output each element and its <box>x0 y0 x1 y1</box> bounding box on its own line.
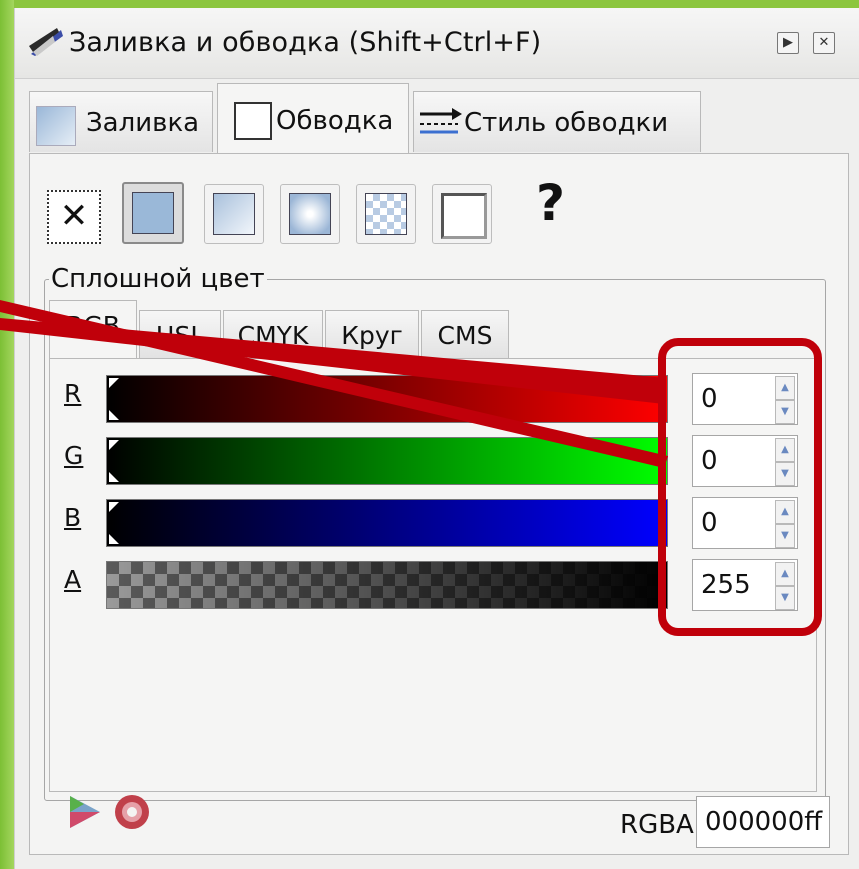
slider-marker <box>109 472 119 482</box>
slider-marker <box>109 440 119 450</box>
tab-stroke[interactable]: Обводка <box>217 83 409 154</box>
pattern-icon <box>365 193 407 235</box>
tab-cmyk[interactable]: CMYK <box>223 310 323 359</box>
slider-g[interactable] <box>106 437 668 485</box>
tab-rgb-label: RGB <box>66 311 120 340</box>
tab-stroke-label: Обводка <box>276 106 394 136</box>
color-wheel-icon[interactable] <box>115 795 149 829</box>
slider-marker <box>109 410 119 420</box>
dialog-title: Заливка и обводка (Shift+Ctrl+F) <box>69 27 542 58</box>
rgba-value: 000000ff <box>705 807 823 837</box>
annotation-highlight-box <box>658 338 822 636</box>
slider-a[interactable] <box>106 561 668 609</box>
tab-stroke-style[interactable]: Стиль обводки <box>413 91 701 152</box>
radial-gradient-button[interactable] <box>280 184 340 244</box>
rgba-input[interactable]: 000000ff <box>696 796 830 848</box>
tab-cms[interactable]: CMS <box>421 310 509 359</box>
section-legend: Сплошной цвет <box>49 264 267 294</box>
tab-hsl[interactable]: HSL <box>139 310 221 359</box>
tab-fill-label: Заливка <box>86 108 200 138</box>
flat-color-icon <box>132 192 174 234</box>
tab-bar: Заливка Обводка Стиль обводки <box>29 83 849 154</box>
swatch-icon <box>441 193 487 239</box>
stroke-tab-icon <box>234 102 272 140</box>
slider-marker <box>109 534 119 544</box>
linear-gradient-icon <box>213 193 255 235</box>
tab-stroke-style-label: Стиль обводки <box>464 108 669 138</box>
stroke-style-icon <box>420 108 462 134</box>
rgba-label: RGBA: <box>620 810 703 840</box>
slider-marker <box>109 378 119 388</box>
tab-cmyk-label: CMYK <box>237 321 309 350</box>
fill-stroke-icon <box>29 28 63 56</box>
channel-label-a: A <box>64 565 82 594</box>
tab-wheel[interactable]: Круг <box>325 310 419 359</box>
tab-wheel-label: Круг <box>341 321 403 350</box>
titlebar: Заливка и обводка (Shift+Ctrl+F) ▶ ✕ <box>15 8 859 79</box>
color-mode-tabs: RGB HSL CMYK Круг CMS <box>49 300 529 359</box>
tab-fill[interactable]: Заливка <box>29 91 213 152</box>
flat-color-button[interactable] <box>122 182 184 244</box>
swatch-button[interactable] <box>432 184 492 244</box>
tab-cms-label: CMS <box>437 321 493 350</box>
bottom-icons <box>70 795 149 829</box>
channel-label-r: R <box>64 379 82 408</box>
play-icon[interactable]: ▶ <box>777 32 799 54</box>
channel-label-b: B <box>64 503 82 532</box>
fill-tab-icon <box>36 106 76 146</box>
close-icon[interactable]: ✕ <box>813 32 835 54</box>
radial-gradient-icon <box>289 193 331 235</box>
slider-marker <box>109 502 119 512</box>
unset-paint-button[interactable]: ? <box>536 174 565 232</box>
pattern-button[interactable] <box>356 184 416 244</box>
slider-b[interactable] <box>106 499 668 547</box>
linear-gradient-button[interactable] <box>204 184 264 244</box>
color-picker-icon[interactable] <box>70 796 100 828</box>
channel-label-g: G <box>64 441 84 470</box>
background-accent <box>0 0 14 869</box>
slider-r[interactable] <box>106 375 668 423</box>
tab-rgb[interactable]: RGB <box>49 300 137 359</box>
tab-hsl-label: HSL <box>155 321 205 350</box>
no-paint-button[interactable]: ✕ <box>47 190 101 244</box>
